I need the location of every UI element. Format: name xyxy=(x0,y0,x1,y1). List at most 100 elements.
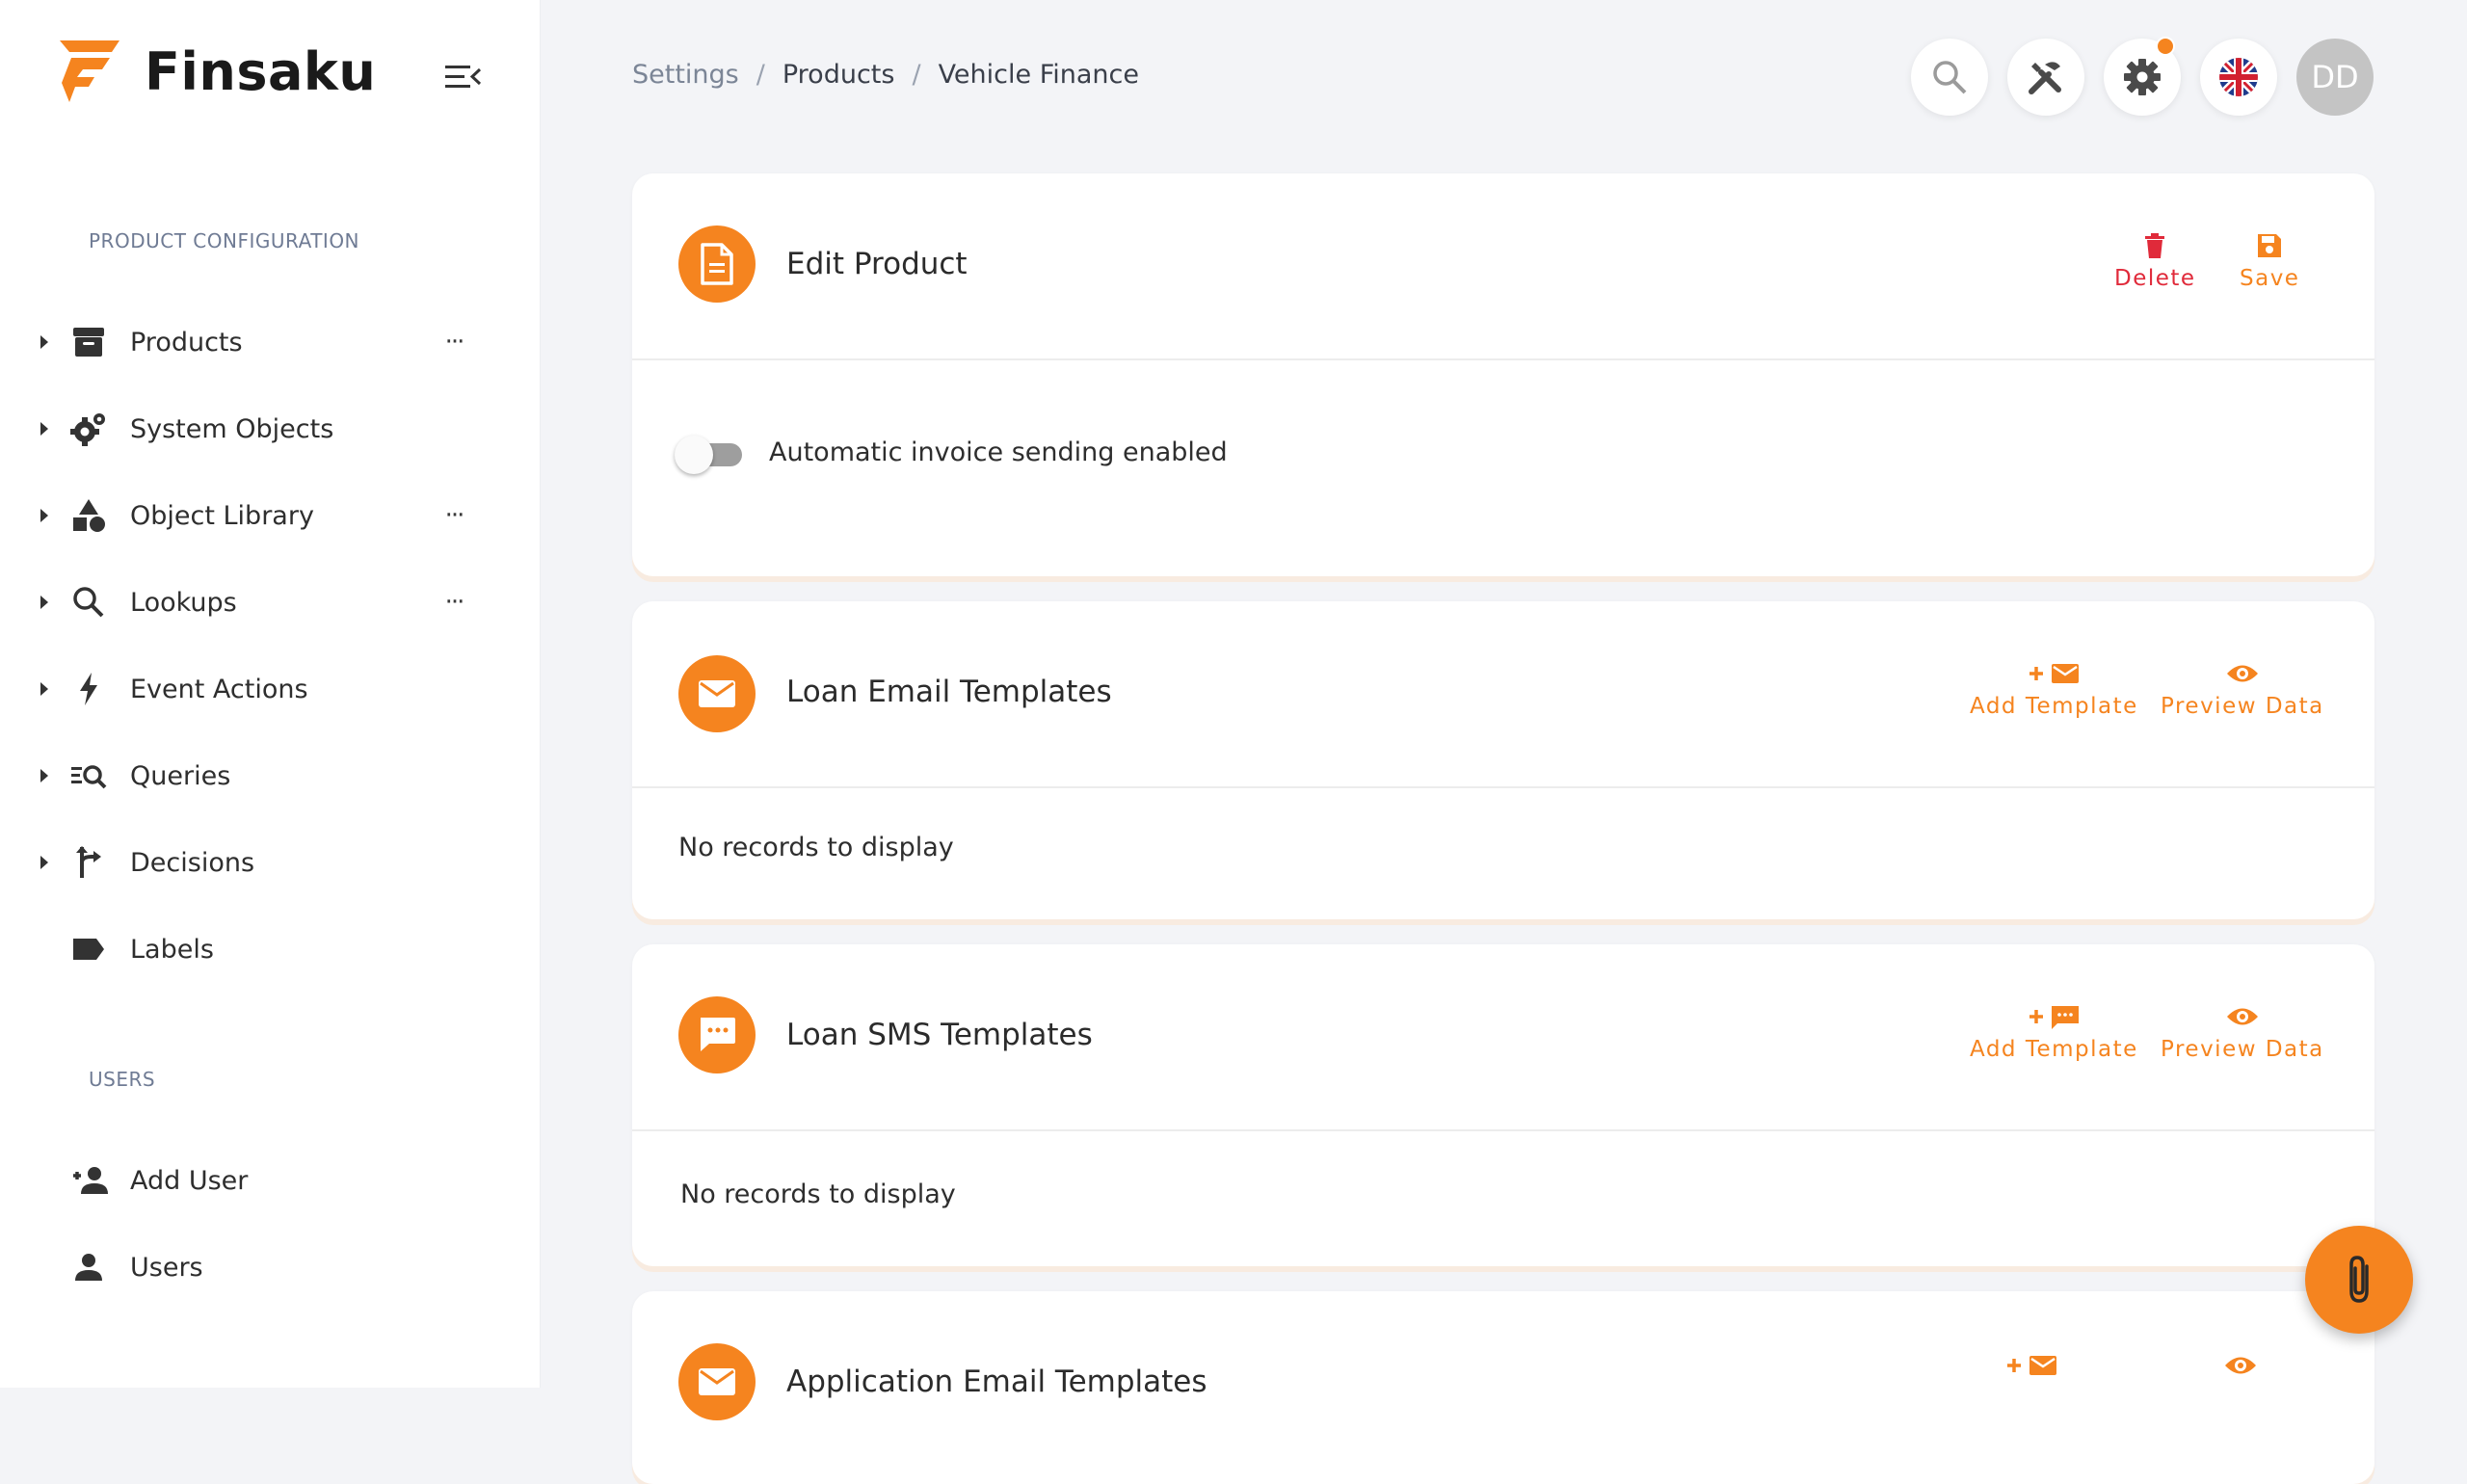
sidebar-item-decisions[interactable]: Decisions xyxy=(0,824,540,901)
notification-dot xyxy=(2156,37,2175,56)
delete-label: Delete xyxy=(2114,266,2196,291)
breadcrumb-settings[interactable]: Settings xyxy=(632,60,739,90)
sidebar-item-label: Event Actions xyxy=(130,674,308,704)
caret-right-icon[interactable] xyxy=(37,506,52,525)
sidebar-item-label: Products xyxy=(130,327,243,358)
add-email-icon xyxy=(2007,1356,2056,1375)
settings-button[interactable] xyxy=(2104,37,2181,116)
app-logo[interactable]: Finsaku xyxy=(56,37,376,106)
sidebar-item-products[interactable]: Products ··· xyxy=(0,304,540,381)
add-user-icon xyxy=(69,1161,108,1200)
sidebar-item-label: Object Library xyxy=(130,500,314,531)
chat-bubble-icon xyxy=(678,996,756,1073)
avatar[interactable]: DD xyxy=(2296,39,2374,116)
sidebar-item-label: Lookups xyxy=(130,587,237,618)
toggle-label: Automatic invoice sending enabled xyxy=(769,437,1228,467)
save-button[interactable]: Save xyxy=(2240,229,2299,291)
sidebar-item-label: Queries xyxy=(130,760,231,791)
breadcrumb-separator: / xyxy=(912,60,921,90)
sidebar-item-object-library[interactable]: Object Library ··· xyxy=(0,477,540,554)
empty-state-text: No records to display xyxy=(678,833,954,862)
preview-data-button[interactable] xyxy=(2224,1349,2257,1382)
sidebar-item-users[interactable]: Users xyxy=(0,1229,540,1306)
breadcrumb: Settings / Products / Vehicle Finance xyxy=(632,60,1139,90)
avatar-initials: DD xyxy=(2311,59,2359,95)
preview-data-button[interactable]: Preview Data xyxy=(2161,1000,2324,1062)
auto-invoice-toggle[interactable] xyxy=(675,434,746,474)
shapes-icon xyxy=(69,496,108,535)
section-label-product-configuration: PRODUCT CONFIGURATION xyxy=(89,229,360,252)
caret-right-icon[interactable] xyxy=(37,593,52,612)
sidebar-item-label: Users xyxy=(130,1252,203,1283)
eye-icon xyxy=(2226,1008,2258,1025)
more-options-icon[interactable]: ··· xyxy=(439,501,468,530)
gears-icon xyxy=(69,410,108,448)
sidebar-item-event-actions[interactable]: Event Actions xyxy=(0,650,540,728)
user-icon xyxy=(69,1248,108,1286)
split-arrow-icon xyxy=(69,843,108,882)
breadcrumb-products[interactable]: Products xyxy=(783,60,895,90)
loan-sms-templates-card: Loan SMS Templates Add Template Preview … xyxy=(632,944,2374,1266)
loan-email-templates-card: Loan Email Templates Add Template Previe… xyxy=(632,601,2374,919)
delete-button[interactable]: Delete xyxy=(2114,229,2196,291)
preview-data-label: Preview Data xyxy=(2161,694,2324,719)
trash-icon xyxy=(2145,233,2165,258)
envelope-icon xyxy=(678,655,756,732)
add-template-label: Add Template xyxy=(1970,1037,2138,1062)
sidebar-item-queries[interactable]: Queries xyxy=(0,737,540,814)
collapse-menu-button[interactable] xyxy=(443,58,482,96)
card-title: Loan SMS Templates xyxy=(786,1018,1093,1052)
caret-right-icon[interactable] xyxy=(37,853,52,872)
sidebar-item-labels[interactable]: Labels xyxy=(0,911,540,988)
language-button[interactable] xyxy=(2200,39,2277,116)
preview-data-button[interactable]: Preview Data xyxy=(2161,657,2324,719)
card-title: Loan Email Templates xyxy=(786,675,1112,709)
add-template-button[interactable]: Add Template xyxy=(1970,1000,2138,1062)
sidebar-item-add-user[interactable]: Add User xyxy=(0,1142,540,1219)
sidebar-item-label: Add User xyxy=(130,1165,249,1196)
more-options-icon[interactable]: ··· xyxy=(439,328,468,357)
breadcrumb-separator: / xyxy=(756,60,765,90)
app-name: Finsaku xyxy=(145,40,377,102)
section-label-users: USERS xyxy=(89,1068,156,1091)
sidebar-item-label: Decisions xyxy=(130,847,255,878)
paperclip-icon xyxy=(2349,1256,2369,1303)
preview-data-label: Preview Data xyxy=(2161,1037,2324,1062)
search-button[interactable] xyxy=(1911,39,1988,116)
eye-icon xyxy=(2225,1357,2256,1374)
sidebar-item-lookups[interactable]: Lookups ··· xyxy=(0,564,540,641)
gear-icon xyxy=(2124,59,2161,95)
application-email-templates-card: Application Email Templates xyxy=(632,1291,2374,1484)
caret-right-icon[interactable] xyxy=(37,332,52,352)
search-icon xyxy=(1933,61,1967,94)
search-icon xyxy=(69,583,108,622)
menu-collapse-icon xyxy=(445,66,482,88)
breadcrumb-vehicle-finance: Vehicle Finance xyxy=(938,60,1139,90)
attachment-button[interactable] xyxy=(2305,1226,2413,1334)
eye-icon xyxy=(2226,665,2258,682)
tools-button[interactable] xyxy=(2007,39,2084,116)
caret-right-icon[interactable] xyxy=(37,419,52,438)
add-template-button[interactable]: Add Template xyxy=(1970,657,2138,719)
card-title: Application Email Templates xyxy=(786,1365,1207,1399)
sidebar-item-label: Labels xyxy=(130,934,214,965)
tools-icon xyxy=(2029,62,2061,94)
query-icon xyxy=(69,756,108,795)
more-options-icon[interactable]: ··· xyxy=(439,588,468,617)
sidebar-item-system-objects[interactable]: System Objects xyxy=(0,390,540,467)
edit-product-card: Edit Product Delete Save Automatic invoi… xyxy=(632,173,2374,576)
sidebar-item-label: System Objects xyxy=(130,413,334,444)
label-icon xyxy=(69,930,108,968)
save-label: Save xyxy=(2240,266,2300,291)
uk-flag-icon xyxy=(2219,58,2258,96)
card-title: Edit Product xyxy=(786,247,968,281)
archive-icon xyxy=(69,323,108,361)
add-template-label: Add Template xyxy=(1970,694,2138,719)
caret-right-icon[interactable] xyxy=(37,766,52,785)
empty-state-text: No records to display xyxy=(680,1179,956,1209)
finsaku-logo-icon xyxy=(60,40,119,102)
floppy-disk-icon xyxy=(2258,234,2282,257)
caret-right-icon[interactable] xyxy=(37,679,52,699)
add-email-icon xyxy=(2029,664,2080,683)
add-template-button[interactable] xyxy=(2004,1349,2058,1382)
